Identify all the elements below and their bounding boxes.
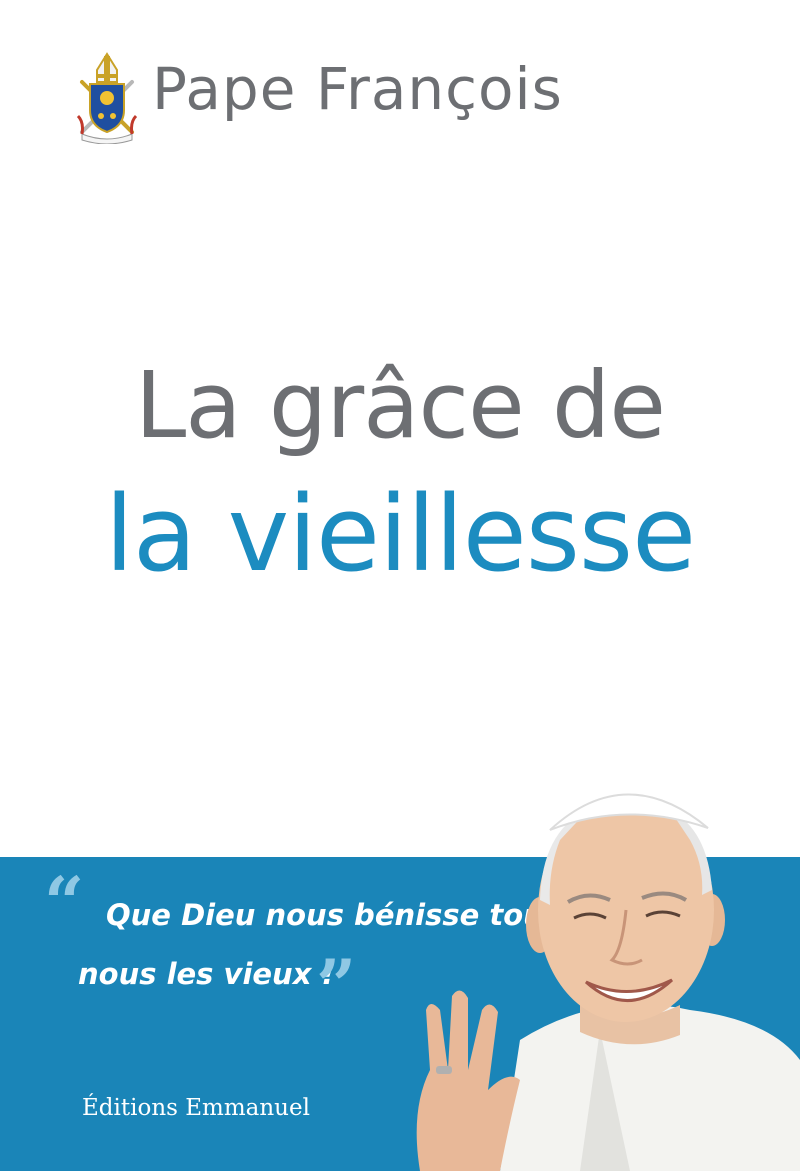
pope-portrait [416, 793, 800, 1171]
quote-line-2: nous les vieux ! [78, 957, 335, 991]
publisher-name: Éditions Emmanuel [82, 1095, 310, 1121]
author-name: Pape François [152, 55, 563, 123]
title-line-1: La grâce de [135, 352, 666, 459]
papal-coat-of-arms-icon [76, 52, 138, 144]
closing-quote-mark: ” [316, 944, 357, 1027]
book-cover: Pape François La grâce de la vieillesse … [0, 0, 800, 1171]
opening-quote-mark: “ [44, 861, 85, 944]
title-line-2: la vieillesse [104, 473, 696, 595]
